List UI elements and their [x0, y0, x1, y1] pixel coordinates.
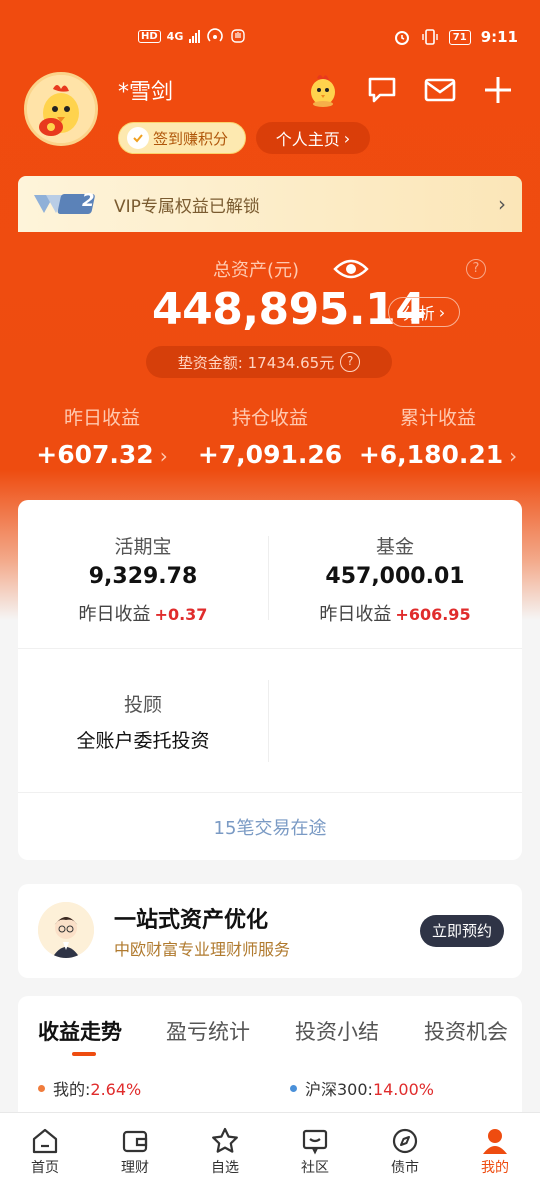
analyze-label: 分析	[402, 304, 435, 323]
earnings-tabs-card: 收益走势 盈亏统计 投资小结 投资机会 我的:2.64% 沪深300:14.00…	[18, 996, 522, 1126]
wallet-icon	[90, 1125, 180, 1157]
nav-label: 债市	[391, 1160, 419, 1176]
mascot-icon[interactable]	[302, 70, 342, 110]
rooster-mascot-icon	[27, 75, 95, 143]
nav-label: 社区	[301, 1160, 329, 1176]
avatar[interactable]	[24, 72, 98, 146]
profile-button[interactable]: 个人主页 ›	[256, 122, 370, 154]
chevron-right-icon: ›	[498, 192, 506, 216]
status-indicators: HD 4G	[138, 28, 246, 44]
transactions-in-transit[interactable]: 15笔交易在途	[18, 814, 522, 840]
chevron-right-icon: ›	[509, 444, 518, 468]
tab-investment-opportunity[interactable]: 投资机会	[424, 1016, 508, 1046]
margin-text: 垫资金额: 17434.65元	[177, 353, 335, 372]
nav-wealth[interactable]: 理财	[90, 1125, 180, 1177]
huoqibao-title: 活期宝	[114, 536, 172, 558]
add-icon[interactable]	[478, 70, 518, 110]
active-tab-indicator	[72, 1052, 96, 1056]
divider	[268, 536, 269, 620]
products-card: 活期宝 9,329.78 昨日收益 +0.37 基金 457,000.01 昨日收…	[18, 500, 522, 860]
nav-label: 我的	[481, 1160, 509, 1176]
hd-indicator: HD	[138, 29, 161, 43]
yesterday-earnings[interactable]: +607.32 ›	[12, 440, 192, 469]
fund-yesterday: 昨日收益 +606.95	[319, 604, 471, 625]
holding-earnings[interactable]: +7,091.26	[180, 440, 360, 469]
chevron-right-icon: ›	[159, 444, 168, 468]
compass-icon	[360, 1125, 450, 1157]
cumulative-earnings-label: 累计收益	[399, 407, 476, 429]
reserve-button[interactable]: 立即预约	[420, 915, 504, 947]
status-right: 71 9:11	[393, 28, 518, 46]
holding-earnings-label: 持仓收益	[231, 407, 308, 429]
legend-mine: 我的:2.64%	[38, 1076, 141, 1100]
battery-icon: 71	[448, 29, 471, 45]
chevron-right-icon: ›	[343, 128, 351, 148]
divider	[268, 680, 269, 762]
alarm-icon	[394, 31, 409, 45]
legend-index-label: 沪深300:	[305, 1080, 373, 1099]
network-type: 4G	[166, 29, 184, 43]
legend-index: 沪深300:14.00%	[290, 1076, 434, 1100]
nav-mine[interactable]: 我的	[450, 1125, 540, 1177]
nav-label: 自选	[211, 1160, 239, 1176]
nav-home[interactable]: 首页	[0, 1125, 90, 1177]
nav-watchlist[interactable]: 自选	[180, 1125, 270, 1177]
huoqibao-yesterday: 昨日收益 +0.37	[78, 604, 208, 625]
checkin-button[interactable]: 签到赚积分	[118, 122, 246, 154]
advisory-title: 投顾	[123, 694, 162, 716]
nav-label: 理财	[121, 1160, 149, 1176]
username: *雪剑	[118, 80, 174, 105]
mail-icon[interactable]	[420, 70, 460, 110]
fund-title: 基金	[375, 536, 414, 558]
advisor-avatar	[38, 902, 94, 958]
legend-mine-value: 2.64%	[90, 1080, 142, 1099]
nav-label: 首页	[31, 1160, 59, 1176]
help-icon[interactable]: ?	[340, 352, 361, 372]
coin-icon	[127, 127, 149, 149]
help-icon[interactable]: ?	[466, 259, 486, 279]
total-assets-value: 448,895.14	[152, 284, 426, 335]
tab-investment-summary[interactable]: 投资小结	[295, 1016, 379, 1046]
chat-icon	[270, 1125, 360, 1157]
checkin-label: 签到赚积分	[153, 129, 229, 148]
star-icon	[180, 1125, 270, 1157]
hotspot-icon	[207, 28, 224, 42]
chevron-right-icon: ›	[438, 302, 446, 322]
huoqibao-value: 9,329.78	[88, 564, 198, 589]
advisor-title: 一站式资产优化	[114, 908, 269, 933]
analyze-button[interactable]: 分析 ›	[388, 297, 460, 327]
signal-icon	[189, 29, 201, 43]
hand-icon	[231, 29, 246, 43]
tab-earnings-trend[interactable]: 收益走势	[38, 1016, 122, 1046]
vip-level: 2	[82, 190, 95, 211]
bottom-nav: 首页 理财 自选 社区 债市 我的	[0, 1112, 540, 1188]
nav-bond-market[interactable]: 债市	[360, 1125, 450, 1177]
nav-community[interactable]: 社区	[270, 1125, 360, 1177]
total-assets-label: 总资产(元)	[212, 260, 300, 281]
message-icon[interactable]	[362, 70, 402, 110]
home-icon	[0, 1125, 90, 1157]
legend-dot	[38, 1084, 45, 1092]
vip-banner[interactable]: 2 VIP专属权益已解锁 ›	[18, 176, 522, 232]
advisor-subtitle: 中欧财富专业理财师服务	[114, 940, 291, 959]
legend-mine-label: 我的:	[53, 1080, 91, 1099]
advisory-value: 全账户委托投资	[76, 730, 210, 752]
tab-profit-stats[interactable]: 盈亏统计	[166, 1016, 250, 1046]
divider	[18, 648, 522, 649]
fund-value: 457,000.01	[325, 564, 465, 589]
yesterday-earnings-label: 昨日收益	[63, 407, 140, 429]
clock: 9:11	[480, 28, 518, 46]
profile-label: 个人主页	[275, 130, 340, 149]
eye-icon[interactable]	[333, 257, 369, 285]
vibrate-icon	[422, 29, 438, 45]
legend-dot	[290, 1084, 297, 1092]
advisor-banner[interactable]: 一站式资产优化 中欧财富专业理财师服务 立即预约	[18, 884, 522, 978]
cumulative-earnings[interactable]: +6,180.21 ›	[348, 440, 528, 469]
divider	[18, 792, 522, 793]
person-icon	[450, 1125, 540, 1157]
legend-index-value: 14.00%	[372, 1080, 434, 1099]
status-bar: HD 4G 71 9:11	[0, 0, 540, 76]
margin-amount: 垫资金额: 17434.65元 ?	[146, 346, 392, 378]
vip-text: VIP专属权益已解锁	[114, 196, 260, 217]
